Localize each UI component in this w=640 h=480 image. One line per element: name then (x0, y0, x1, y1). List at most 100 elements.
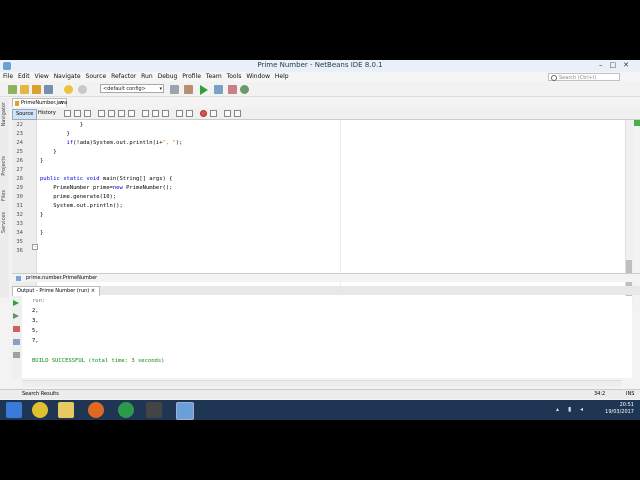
line-number: 33 (16, 221, 23, 227)
search-results-label[interactable]: Search Results (22, 390, 59, 399)
toggle-highlight-icon[interactable] (128, 110, 135, 117)
media-icon[interactable] (146, 402, 162, 418)
debug-icon[interactable] (214, 85, 223, 94)
new-file-icon[interactable] (20, 85, 29, 94)
output-line: 5, (32, 328, 39, 334)
close-tab-icon[interactable]: × (60, 99, 64, 108)
shift-right-icon[interactable] (186, 110, 193, 117)
last-edit-icon[interactable] (64, 110, 71, 117)
services-panel-tab[interactable]: Services (1, 212, 7, 233)
undo-icon[interactable] (64, 85, 73, 94)
window-controls[interactable]: –□✕ (599, 61, 636, 69)
rerun-icon[interactable] (13, 300, 19, 306)
windows-start-icon[interactable] (6, 402, 22, 418)
code-line: if(!ada)System.out.println(i+", "); (66, 140, 183, 146)
apply-code-changes-icon[interactable] (240, 85, 249, 94)
properties-icon[interactable] (13, 339, 20, 345)
code-line: System.out.println(); (40, 203, 123, 209)
tab-primenumber-java[interactable]: PrimeNumber.java × (12, 98, 67, 107)
breadcrumb-label[interactable]: prime.number.PrimeNumber (26, 275, 97, 281)
save-all-icon[interactable] (44, 85, 53, 94)
profile-icon[interactable] (228, 85, 237, 94)
menu-tools[interactable]: Tools (227, 72, 242, 82)
projects-panel-tab[interactable]: Projects (1, 156, 7, 176)
clock-time: 20:51 (619, 402, 634, 408)
output-line: 2, (32, 308, 39, 314)
menu-view[interactable]: View (35, 72, 49, 82)
find-next-icon[interactable] (108, 110, 115, 117)
build-icon[interactable] (170, 85, 179, 94)
clock[interactable]: 20:51 19/03/2017 (605, 402, 634, 416)
next-bookmark-icon[interactable] (152, 110, 159, 117)
breadcrumb: prime.number.PrimeNumber (12, 273, 640, 282)
insert-mode: INS (626, 391, 635, 397)
redo-icon[interactable] (78, 85, 87, 94)
side-panel-strip: Navigator Projects Files Services (0, 98, 9, 298)
output-console[interactable]: run: 2, 3, 5, 7, BUILD SUCCESSFUL (total… (22, 296, 632, 378)
open-project-icon[interactable] (32, 85, 41, 94)
menu-file[interactable]: File (3, 72, 13, 82)
window-title: Prime Number - NetBeans IDE 8.0.1 (257, 61, 383, 69)
source-tab[interactable]: Source (12, 109, 38, 120)
menu-debug[interactable]: Debug (158, 72, 178, 82)
rerun-with-params-icon[interactable] (13, 313, 19, 319)
menu-help[interactable]: Help (275, 72, 289, 82)
previous-bookmark-icon[interactable] (142, 110, 149, 117)
menu-source[interactable]: Source (86, 72, 107, 82)
forward-icon[interactable] (84, 110, 91, 117)
file-explorer-icon[interactable] (58, 402, 74, 418)
tab-output[interactable]: Output - Prime Number (run) × (12, 286, 101, 296)
output-horizontal-scrollbar[interactable] (22, 380, 622, 387)
menu-window[interactable]: Window (246, 72, 270, 82)
back-icon[interactable] (74, 110, 81, 117)
class-icon (16, 276, 21, 281)
stop-icon[interactable] (13, 326, 20, 332)
main-toolbar (0, 82, 640, 97)
run-icon[interactable] (200, 85, 208, 95)
menu-team[interactable]: Team (206, 72, 222, 82)
search-input[interactable]: Search (Ctrl+I) (548, 73, 620, 81)
config-select[interactable]: <default config> ▾ (100, 84, 164, 93)
menu-profile[interactable]: Profile (182, 72, 201, 82)
uncomment-icon[interactable] (234, 110, 241, 117)
volume-icon[interactable]: ◂ (580, 406, 583, 413)
stop-macro-icon[interactable] (200, 110, 207, 117)
netbeans-taskbar-icon[interactable] (176, 402, 194, 420)
shift-left-icon[interactable] (176, 110, 183, 117)
tray-arrow-icon[interactable]: ▴ (556, 406, 559, 413)
output-header: Output - Prime Number (run) × (12, 286, 640, 296)
output-toolbar (12, 296, 22, 378)
files-panel-tab[interactable]: Files (1, 190, 7, 201)
line-number: 26 (16, 158, 23, 164)
firefox-icon[interactable] (88, 402, 104, 418)
toggle-bookmark-icon[interactable] (162, 110, 169, 117)
settings-icon[interactable] (13, 352, 20, 358)
output-tab-label: Output - Prime Number (run) (17, 288, 90, 294)
code-line: PrimeNumber prime=new PrimeNumber(); (40, 185, 173, 191)
new-project-icon[interactable] (8, 85, 17, 94)
line-number: 23 (16, 131, 23, 137)
menu-navigate[interactable]: Navigate (54, 72, 81, 82)
navigator-panel-tab[interactable]: Navigator (1, 102, 7, 126)
chrome-icon[interactable] (32, 402, 48, 418)
browser-icon[interactable] (118, 402, 134, 418)
menu-refactor[interactable]: Refactor (111, 72, 136, 82)
line-number: 30 (16, 194, 23, 200)
network-icon[interactable]: ▮ (568, 406, 571, 413)
code-line: public static void main(String[] args) { (40, 176, 173, 182)
menu-bar: File Edit View Navigate Source Refactor … (0, 72, 640, 82)
output-line: 3, (32, 318, 39, 324)
line-number: 32 (16, 212, 23, 218)
find-previous-icon[interactable] (98, 110, 105, 117)
clean-build-icon[interactable] (184, 85, 193, 94)
history-tab[interactable]: History (35, 109, 59, 118)
editor-toolbar: Source History (12, 108, 640, 120)
code-line: prime.generate(10); (40, 194, 117, 200)
find-selection-icon[interactable] (118, 110, 125, 117)
build-status-line: BUILD SUCCESSFUL (total time: 3 seconds) (32, 358, 165, 364)
menu-run[interactable]: Run (141, 72, 153, 82)
comment-icon[interactable] (224, 110, 231, 117)
fold-toggle-icon[interactable]: - (32, 244, 38, 250)
play-macro-icon[interactable] (210, 110, 217, 117)
menu-edit[interactable]: Edit (18, 72, 30, 82)
